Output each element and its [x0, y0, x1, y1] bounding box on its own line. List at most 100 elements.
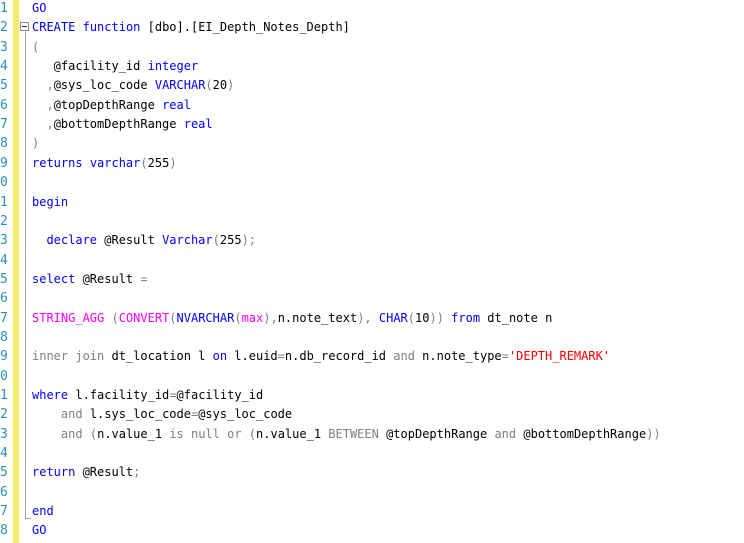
code-token: integer	[147, 59, 199, 74]
code-token: BETWEEN	[328, 426, 379, 441]
code-token: (	[248, 426, 257, 441]
code-token: n.note_text	[277, 310, 358, 325]
code-token: 10	[415, 310, 430, 325]
code-token: from	[451, 310, 481, 325]
code-token: ))	[429, 310, 444, 325]
code-line[interactable]: returns varchar(255)	[32, 154, 177, 173]
line-number: 6	[0, 484, 8, 500]
code-token: Varchar	[162, 233, 213, 248]
code-token: ,	[32, 97, 54, 112]
code-token: (	[205, 78, 213, 93]
sql-code-editor[interactable]: 1 2 3 4 5 6 7 8 9 0 1 2 3 4 5 6 7 8 9 0 1 2 3 4 5 6 7 8 GO CREATE fu…	[0, 0, 744, 543]
code-token: (	[212, 233, 220, 248]
code-line[interactable]: ,@bottomDepthRange real	[32, 115, 212, 134]
code-token: ,	[32, 78, 54, 93]
code-line[interactable]: )	[32, 134, 39, 153]
code-token: ),	[263, 310, 278, 325]
code-token: CONVERT	[118, 310, 170, 325]
code-token: )	[32, 136, 40, 151]
code-token: ,	[32, 117, 54, 132]
code-token: [dbo].[EI_Depth_Notes_Depth]	[140, 20, 350, 35]
code-token: ;	[133, 465, 141, 480]
code-line[interactable]: GO	[32, 521, 46, 540]
line-number: 1	[0, 388, 8, 403]
code-token: l.sys_loc_code	[82, 407, 191, 422]
code-line[interactable]: (	[32, 38, 39, 57]
code-line[interactable]: STRING_AGG (CONVERT(NVARCHAR(max),n.note…	[32, 309, 552, 328]
line-number: 6	[0, 291, 8, 307]
code-token: =	[140, 271, 148, 286]
line-number: 8	[0, 136, 8, 152]
code-line[interactable]: declare @Result Varchar(255);	[32, 231, 256, 250]
line-number: 5	[0, 78, 8, 94]
code-line[interactable]: end	[32, 502, 54, 521]
line-number: 5	[0, 465, 8, 481]
code-token: (	[111, 310, 119, 325]
code-token: 20	[212, 78, 228, 93]
code-line[interactable]: begin	[32, 193, 68, 212]
code-line[interactable]: GO	[32, 0, 46, 18]
code-token: @topDepthRange	[378, 426, 495, 441]
code-line[interactable]: ,@sys_loc_code VARCHAR(20)	[32, 76, 234, 95]
line-number: 5	[0, 271, 8, 287]
code-line[interactable]: and (n.value_1 is null or (n.value_1 BET…	[32, 425, 661, 444]
line-number: 3	[0, 426, 8, 442]
code-token: )	[227, 78, 235, 93]
code-token: ),	[357, 310, 372, 325]
code-line[interactable]: CREATE function [dbo].[EI_Depth_Notes_De…	[32, 18, 350, 37]
code-token: is null or	[169, 426, 242, 441]
code-token: @bottomDepthRange	[53, 117, 184, 132]
code-token: (	[32, 39, 40, 54]
line-number: 8	[0, 523, 8, 539]
line-number: 3	[0, 233, 8, 249]
code-line[interactable]: and l.sys_loc_code=@sys_loc_code	[32, 405, 292, 424]
code-token: max	[241, 310, 264, 325]
line-number: 0	[0, 368, 8, 384]
line-number: 4	[0, 59, 8, 75]
code-token: @sys_loc_code	[53, 78, 155, 93]
line-number: 7	[0, 504, 8, 520]
code-token: @Result	[75, 271, 141, 286]
change-indicator-bar	[13, 0, 19, 543]
code-token: dt_note n	[480, 310, 553, 325]
code-token: @bottomDepthRange	[516, 426, 647, 441]
code-line[interactable]: @facility_id integer	[32, 57, 199, 76]
collapse-region-icon[interactable]	[20, 22, 29, 31]
code-token: n.note_type	[414, 349, 502, 364]
code-token: );	[241, 233, 257, 248]
code-token: VARCHAR	[154, 78, 206, 93]
code-token: (	[234, 310, 242, 325]
fold-guide-end	[25, 518, 31, 519]
code-line[interactable]: return @Result;	[32, 463, 140, 482]
code-token: return	[32, 465, 76, 480]
code-token: @Result	[75, 465, 134, 480]
code-line[interactable]: inner join dt_location l on l.euid=n.db_…	[32, 347, 610, 366]
code-token: (	[407, 310, 416, 325]
code-line[interactable]: select @Result =	[32, 270, 148, 289]
code-token: declare	[46, 233, 98, 248]
code-token: GO	[32, 1, 47, 15]
code-token: (	[89, 426, 98, 441]
code-token: =	[277, 349, 285, 364]
code-token: end	[32, 504, 54, 519]
code-token: CHAR	[378, 310, 408, 325]
line-number: 4	[0, 252, 8, 268]
code-token: dt_location l	[104, 349, 213, 364]
code-line[interactable]: ,@topDepthRange real	[32, 96, 191, 115]
line-number: 1	[0, 1, 8, 16]
line-number: 7	[0, 117, 8, 133]
code-token: STRING_AGG	[32, 310, 105, 325]
code-line[interactable]: where l.facility_id=@facility_id	[32, 386, 263, 405]
line-number: 9	[0, 155, 8, 171]
code-token: n.db_record_id	[284, 349, 394, 364]
code-token: 'DEPTH_REMARK'	[508, 349, 611, 364]
code-token: 255	[147, 155, 170, 170]
code-token: begin	[32, 194, 69, 209]
